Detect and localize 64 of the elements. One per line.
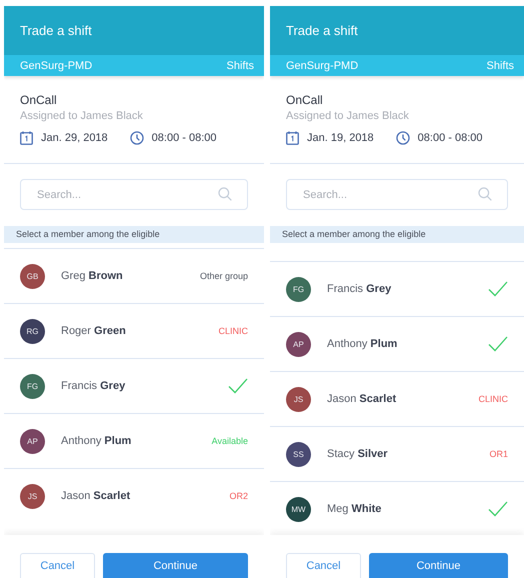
group-name: GenSurg-PMD xyxy=(20,60,92,72)
member-name: Meg White xyxy=(327,503,382,515)
clock-icon xyxy=(130,131,144,145)
member-row[interactable]: JS Jason Scarlet OR2 xyxy=(4,468,264,523)
checkmark-icon xyxy=(488,281,508,297)
member-name: Roger Green xyxy=(61,325,127,337)
search-field[interactable]: Search... xyxy=(286,179,508,210)
member-name: Jason Scarlet xyxy=(327,393,398,405)
status-label: CLINIC xyxy=(478,394,508,404)
member-row[interactable]: RG Roger Green CLINIC xyxy=(4,303,264,358)
avatar: RG xyxy=(20,318,45,344)
member-row[interactable]: SS Stacy Silver OR1 xyxy=(270,426,524,481)
clock-icon xyxy=(396,131,410,145)
avatar: SS xyxy=(286,442,311,466)
hint-banner: Select a member among the eligible xyxy=(270,226,524,243)
member-row[interactable]: AP Anthony Plum Available xyxy=(4,413,264,468)
status-label: CLINIC xyxy=(218,326,248,336)
member-name: Stacy Silver xyxy=(327,448,389,460)
member-name: Anthony Plum xyxy=(61,435,132,447)
checkmark-icon xyxy=(488,336,508,352)
avatar: AP xyxy=(20,428,45,454)
shift-name: OnCall xyxy=(286,93,324,107)
shift-name: OnCall xyxy=(20,93,58,107)
member-name: Francis Grey xyxy=(327,283,392,295)
avatar: FG xyxy=(20,374,45,398)
checkmark-icon xyxy=(228,378,248,394)
calendar-icon xyxy=(286,131,299,145)
calendar-icon xyxy=(20,131,33,145)
search-icon xyxy=(218,187,232,201)
member-name: Francis Grey xyxy=(61,380,126,392)
member-name: Jason Scarlet xyxy=(61,490,132,502)
screen-title: Trade a shift xyxy=(20,23,92,38)
screen-title: Trade a shift xyxy=(286,23,358,38)
assigned-text: Assigned to James Black xyxy=(20,110,144,122)
continue-button[interactable]: Continue xyxy=(103,553,248,578)
member-row[interactable]: JS Jason Scarlet CLINIC xyxy=(270,371,524,426)
avatar: FG xyxy=(286,276,311,302)
assigned-text: Assigned to James Black xyxy=(286,110,410,122)
continue-button[interactable]: Continue xyxy=(369,553,508,578)
avatar: MW xyxy=(286,496,311,522)
member-row[interactable]: GB Greg Brown Other group xyxy=(4,248,264,303)
member-row[interactable]: AP Anthony Plum xyxy=(270,316,524,371)
shift-time: 08:00 - 08:00 xyxy=(152,132,217,144)
member-name: Greg Brown xyxy=(61,270,124,282)
shift-date: Jan. 19, 2018 xyxy=(307,132,374,144)
avatar: GB xyxy=(20,264,45,288)
checkmark-icon xyxy=(488,501,508,517)
member-row[interactable]: FG Francis Grey xyxy=(4,358,264,413)
shift-time: 08:00 - 08:00 xyxy=(418,132,483,144)
avatar: JS xyxy=(20,484,45,508)
status-label: Other group xyxy=(200,271,248,281)
avatar: AP xyxy=(286,332,311,356)
hint-banner: Select a member among the eligible xyxy=(4,226,264,243)
search-icon xyxy=(478,187,492,201)
group-name: GenSurg-PMD xyxy=(286,60,358,72)
status-label: OR1 xyxy=(489,449,508,459)
status-label: OR2 xyxy=(229,491,248,501)
search-field[interactable]: Search... xyxy=(20,179,248,210)
member-row[interactable]: FG Francis Grey xyxy=(270,261,524,316)
member-name: Anthony Plum xyxy=(327,338,398,350)
status-label: Available xyxy=(212,436,248,446)
avatar: JS xyxy=(286,386,311,412)
member-row[interactable]: MW Meg White xyxy=(270,481,524,535)
shift-date: Jan. 29, 2018 xyxy=(41,132,108,144)
